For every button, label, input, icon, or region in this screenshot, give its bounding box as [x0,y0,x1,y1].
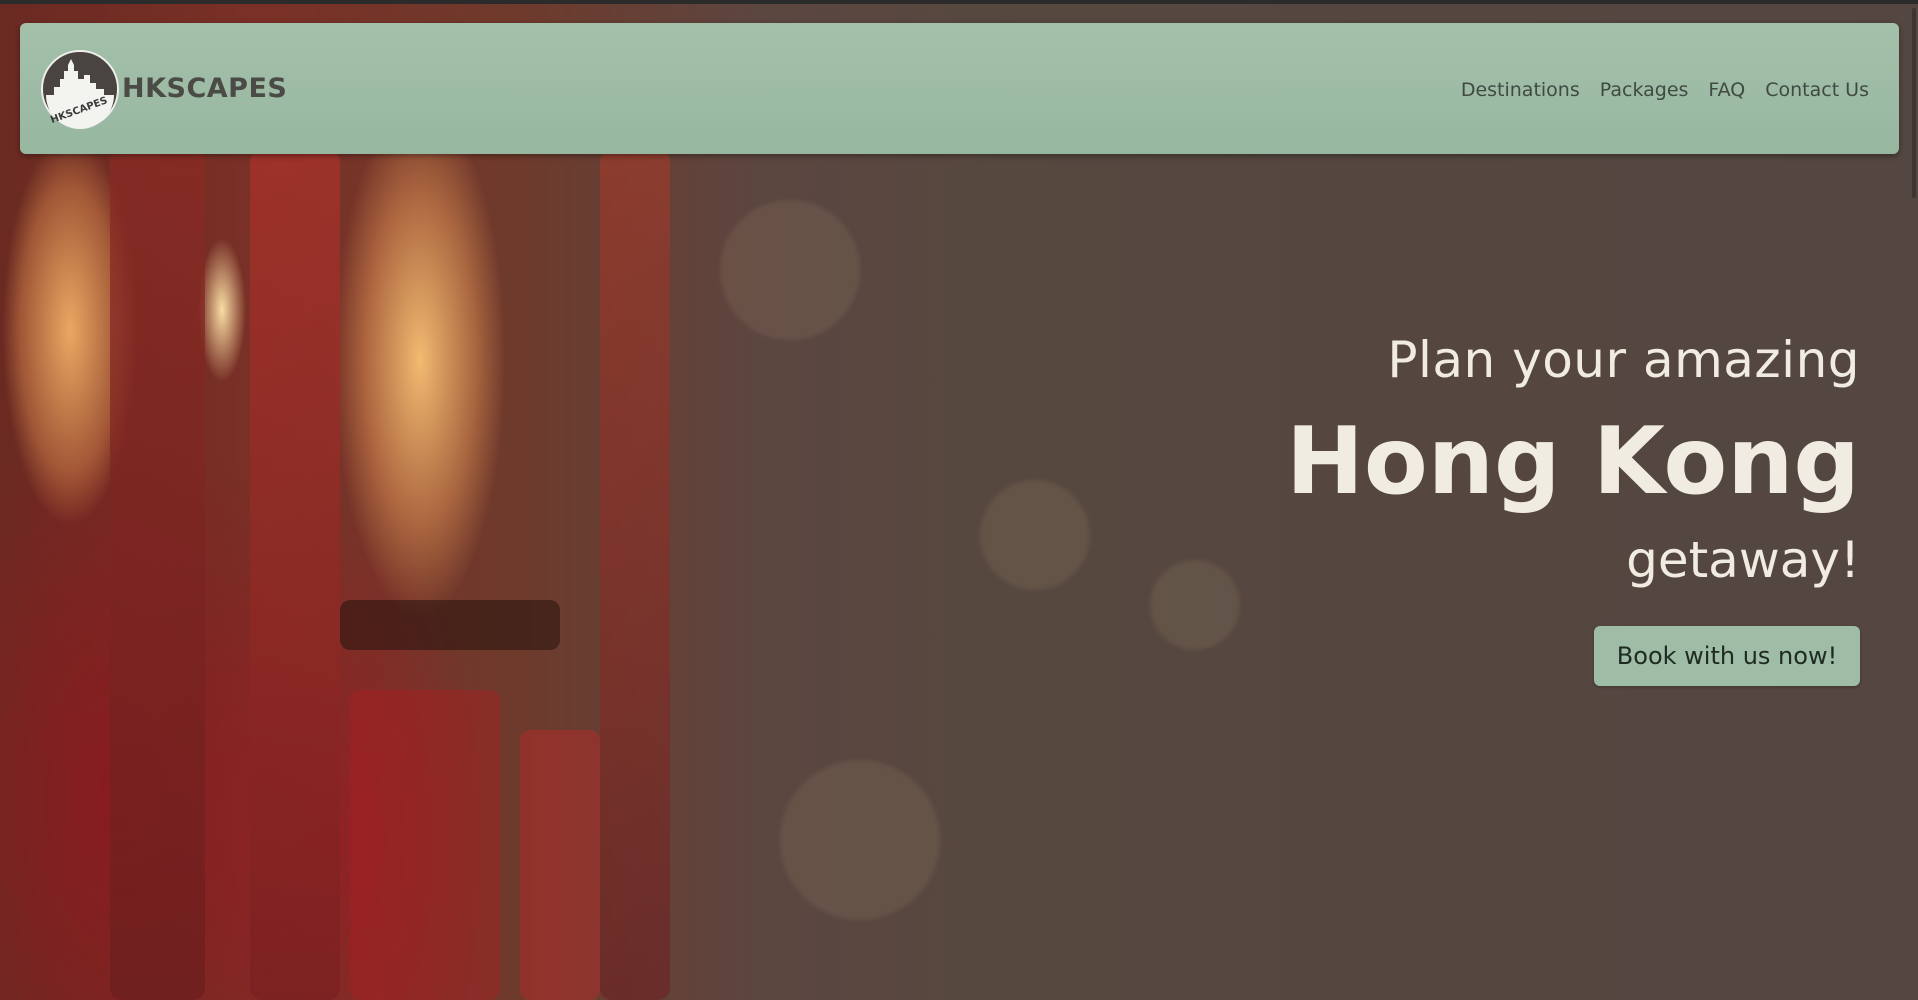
lantern-tassel-shape [110,150,205,1000]
nav-link-destinations[interactable]: Destinations [1461,79,1580,101]
top-edge [0,0,1918,4]
bokeh-light [780,760,940,920]
hero-heading: Plan your amazing Hong Kong getaway! [1286,325,1860,595]
hero-line-hong-kong: Hong Kong [1286,407,1860,515]
brand-home-link[interactable]: HKSCAPES HKSCAPES [40,49,287,129]
scrollbar[interactable] [1912,8,1916,198]
nav-links: Destinations Packages FAQ Contact Us [1461,79,1869,101]
nav-link-packages[interactable]: Packages [1600,79,1689,101]
nav-link-faq[interactable]: FAQ [1708,79,1745,101]
bokeh-light [1150,560,1240,650]
lantern-frame-shape [340,600,560,650]
bokeh-light [980,480,1090,590]
lantern-tassel-shape [600,150,670,1000]
bokeh-light [720,200,860,340]
book-now-button[interactable]: Book with us now! [1594,626,1860,686]
lantern-tassel-shape [350,690,500,1000]
hero-line-getaway: getaway! [1626,531,1860,589]
nav-link-contact-us[interactable]: Contact Us [1765,79,1869,101]
hero-line-plan: Plan your amazing [1387,331,1860,389]
city-skyline-logo-icon: HKSCAPES [41,49,119,129]
brand-name: HKSCAPES [122,73,288,104]
lantern-tassel-shape [520,730,600,1000]
page: HKSCAPES HKSCAPES Destinations Packages … [0,0,1918,1000]
navbar: HKSCAPES HKSCAPES Destinations Packages … [20,23,1899,154]
lantern-tassel-shape [250,150,340,1000]
